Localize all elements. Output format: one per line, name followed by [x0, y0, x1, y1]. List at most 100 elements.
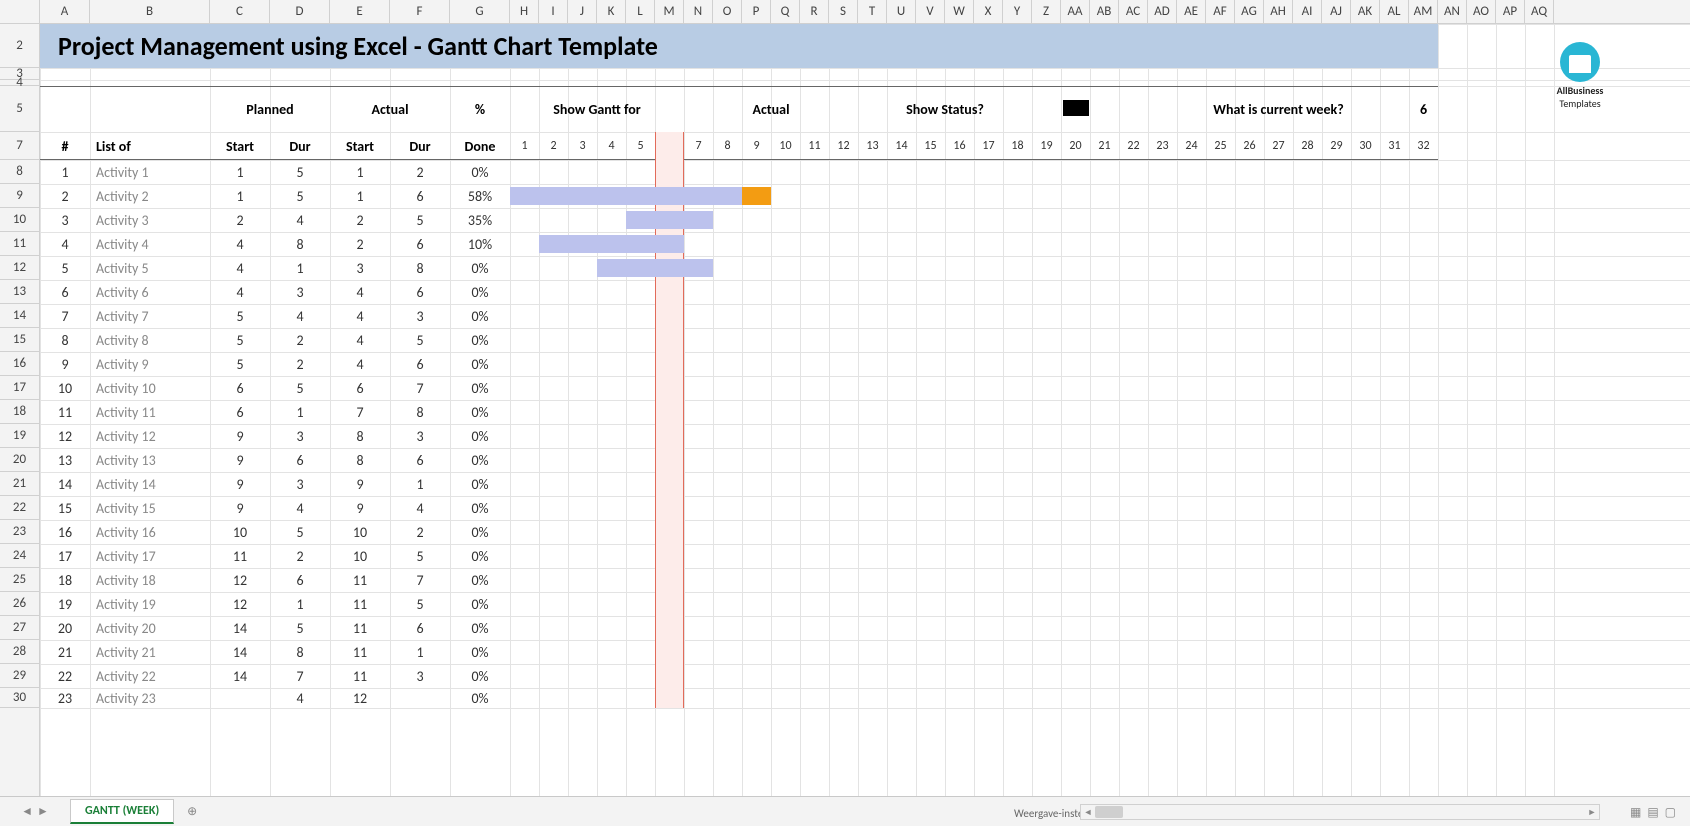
row-15-adur[interactable]: 4 — [390, 496, 450, 520]
row-18-name[interactable]: Activity 18 — [90, 568, 210, 592]
col-header-AN[interactable]: AN — [1438, 0, 1467, 23]
row-14-done[interactable]: 0% — [450, 472, 510, 496]
row-17-adur[interactable]: 5 — [390, 544, 450, 568]
row-18-adur[interactable]: 7 — [390, 568, 450, 592]
row-21-astart[interactable]: 11 — [330, 640, 390, 664]
row-9-pstart[interactable]: 5 — [210, 352, 270, 376]
row-21-name[interactable]: Activity 21 — [90, 640, 210, 664]
col-header-W[interactable]: W — [945, 0, 974, 23]
row-10-name[interactable]: Activity 10 — [90, 376, 210, 400]
row-header-2[interactable]: 2 — [0, 24, 39, 68]
row-14-name[interactable]: Activity 14 — [90, 472, 210, 496]
row-23-astart[interactable]: 12 — [330, 688, 390, 708]
row-16-astart[interactable]: 10 — [330, 520, 390, 544]
col-header-AD[interactable]: AD — [1148, 0, 1177, 23]
row-3-done[interactable]: 35% — [450, 208, 510, 232]
col-header-Q[interactable]: Q — [771, 0, 800, 23]
row-4-name[interactable]: Activity 4 — [90, 232, 210, 256]
col-header-AC[interactable]: AC — [1119, 0, 1148, 23]
row-22-done[interactable]: 0% — [450, 664, 510, 688]
row-18-done[interactable]: 0% — [450, 568, 510, 592]
row-3-name[interactable]: Activity 3 — [90, 208, 210, 232]
row-4-astart[interactable]: 2 — [330, 232, 390, 256]
row-20-pstart[interactable]: 14 — [210, 616, 270, 640]
row-17-astart[interactable]: 10 — [330, 544, 390, 568]
col-header-R[interactable]: R — [800, 0, 829, 23]
row-16-adur[interactable]: 2 — [390, 520, 450, 544]
row-header-30[interactable]: 30 — [0, 688, 39, 708]
row-6-astart[interactable]: 4 — [330, 280, 390, 304]
row-16-pdur[interactable]: 5 — [270, 520, 330, 544]
row-19-pstart[interactable]: 12 — [210, 592, 270, 616]
row-3-adur[interactable]: 5 — [390, 208, 450, 232]
row-22-adur[interactable]: 3 — [390, 664, 450, 688]
row-23-pdur[interactable]: 4 — [270, 688, 330, 708]
row-header-16[interactable]: 16 — [0, 352, 39, 376]
row-4-done[interactable]: 10% — [450, 232, 510, 256]
row-header-5[interactable]: 5 — [0, 86, 39, 132]
row-17-pdur[interactable]: 2 — [270, 544, 330, 568]
row-18-pdur[interactable]: 6 — [270, 568, 330, 592]
row-13-pdur[interactable]: 6 — [270, 448, 330, 472]
row-7-pstart[interactable]: 5 — [210, 304, 270, 328]
row-5-astart[interactable]: 3 — [330, 256, 390, 280]
row-8-name[interactable]: Activity 8 — [90, 328, 210, 352]
row-3-astart[interactable]: 2 — [330, 208, 390, 232]
row-11-num[interactable]: 11 — [40, 400, 90, 424]
col-header-C[interactable]: C — [210, 0, 270, 23]
row-2-name[interactable]: Activity 2 — [90, 184, 210, 208]
row-7-adur[interactable]: 3 — [390, 304, 450, 328]
col-header-AE[interactable]: AE — [1177, 0, 1206, 23]
row-20-pdur[interactable]: 5 — [270, 616, 330, 640]
row-19-pdur[interactable]: 1 — [270, 592, 330, 616]
row-11-astart[interactable]: 7 — [330, 400, 390, 424]
row-header-12[interactable]: 12 — [0, 256, 39, 280]
row-21-adur[interactable]: 1 — [390, 640, 450, 664]
row-19-num[interactable]: 19 — [40, 592, 90, 616]
col-header-M[interactable]: M — [655, 0, 684, 23]
col-header-AB[interactable]: AB — [1090, 0, 1119, 23]
row-7-astart[interactable]: 4 — [330, 304, 390, 328]
row-23-num[interactable]: 23 — [40, 688, 90, 708]
row-21-done[interactable]: 0% — [450, 640, 510, 664]
row-22-num[interactable]: 22 — [40, 664, 90, 688]
row-7-pdur[interactable]: 4 — [270, 304, 330, 328]
row-21-pdur[interactable]: 8 — [270, 640, 330, 664]
row-header-17[interactable]: 17 — [0, 376, 39, 400]
col-header-U[interactable]: U — [887, 0, 916, 23]
row-header-29[interactable]: 29 — [0, 664, 39, 688]
row-10-done[interactable]: 0% — [450, 376, 510, 400]
row-13-adur[interactable]: 6 — [390, 448, 450, 472]
row-10-pstart[interactable]: 6 — [210, 376, 270, 400]
row-header-8[interactable]: 8 — [0, 160, 39, 184]
row-14-pstart[interactable]: 9 — [210, 472, 270, 496]
row-2-pdur[interactable]: 5 — [270, 184, 330, 208]
row-9-adur[interactable]: 6 — [390, 352, 450, 376]
row-16-name[interactable]: Activity 16 — [90, 520, 210, 544]
row-20-adur[interactable]: 6 — [390, 616, 450, 640]
col-header-P[interactable]: P — [742, 0, 771, 23]
row-header-10[interactable]: 10 — [0, 208, 39, 232]
row-8-pdur[interactable]: 2 — [270, 328, 330, 352]
row-2-adur[interactable]: 6 — [390, 184, 450, 208]
row-header-20[interactable]: 20 — [0, 448, 39, 472]
row-11-pstart[interactable]: 6 — [210, 400, 270, 424]
row-12-num[interactable]: 12 — [40, 424, 90, 448]
row-header-25[interactable]: 25 — [0, 568, 39, 592]
col-header-O[interactable]: O — [713, 0, 742, 23]
row-3-pstart[interactable]: 2 — [210, 208, 270, 232]
row-8-num[interactable]: 8 — [40, 328, 90, 352]
col-header-L[interactable]: L — [626, 0, 655, 23]
row-14-adur[interactable]: 1 — [390, 472, 450, 496]
row-11-pdur[interactable]: 1 — [270, 400, 330, 424]
row-4-pdur[interactable]: 8 — [270, 232, 330, 256]
col-header-X[interactable]: X — [974, 0, 1003, 23]
row-12-name[interactable]: Activity 12 — [90, 424, 210, 448]
row-20-done[interactable]: 0% — [450, 616, 510, 640]
row-2-pstart[interactable]: 1 — [210, 184, 270, 208]
add-sheet-button[interactable]: ⊕ — [180, 800, 204, 824]
row-2-done[interactable]: 58% — [450, 184, 510, 208]
row-5-name[interactable]: Activity 5 — [90, 256, 210, 280]
row-22-name[interactable]: Activity 22 — [90, 664, 210, 688]
row-1-pstart[interactable]: 1 — [210, 160, 270, 184]
